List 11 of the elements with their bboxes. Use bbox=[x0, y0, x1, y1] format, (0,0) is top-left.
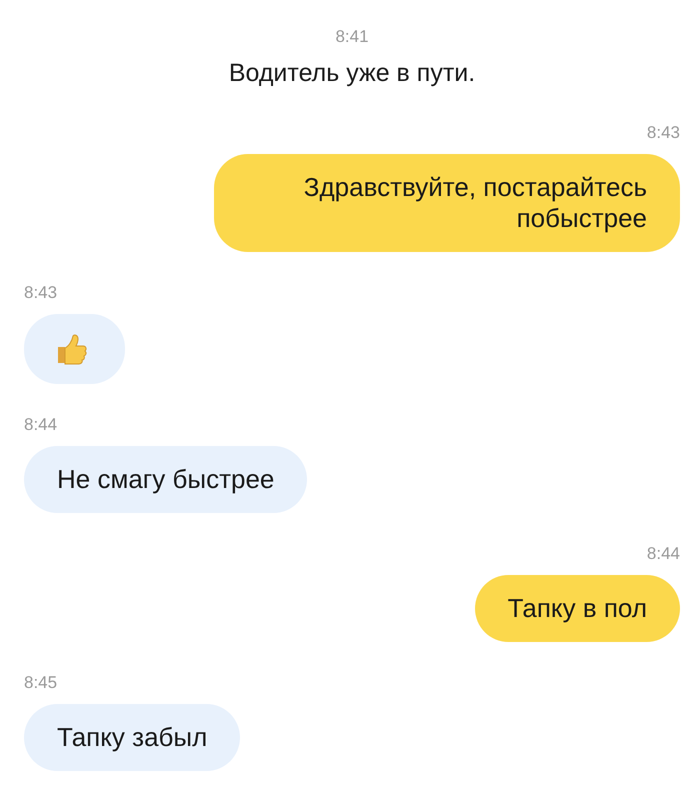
message-bubble: Не смагу быстрее bbox=[24, 446, 308, 513]
message-time: 8:44 bbox=[24, 414, 58, 436]
message-time: 8:45 bbox=[24, 672, 58, 694]
message-time: 8:41 bbox=[335, 26, 369, 48]
message-time: 8:44 bbox=[646, 543, 680, 565]
message-bubble: Здравствуйте, постарайтесь побыстрее bbox=[214, 154, 680, 252]
message-time: 8:43 bbox=[24, 282, 58, 304]
message-bubble: Тапку забыл bbox=[24, 704, 240, 771]
system-message: Водитель уже в пути. bbox=[228, 58, 476, 88]
message-time: 8:43 bbox=[646, 122, 680, 144]
message-bubble: Тапку в пол bbox=[474, 575, 680, 642]
